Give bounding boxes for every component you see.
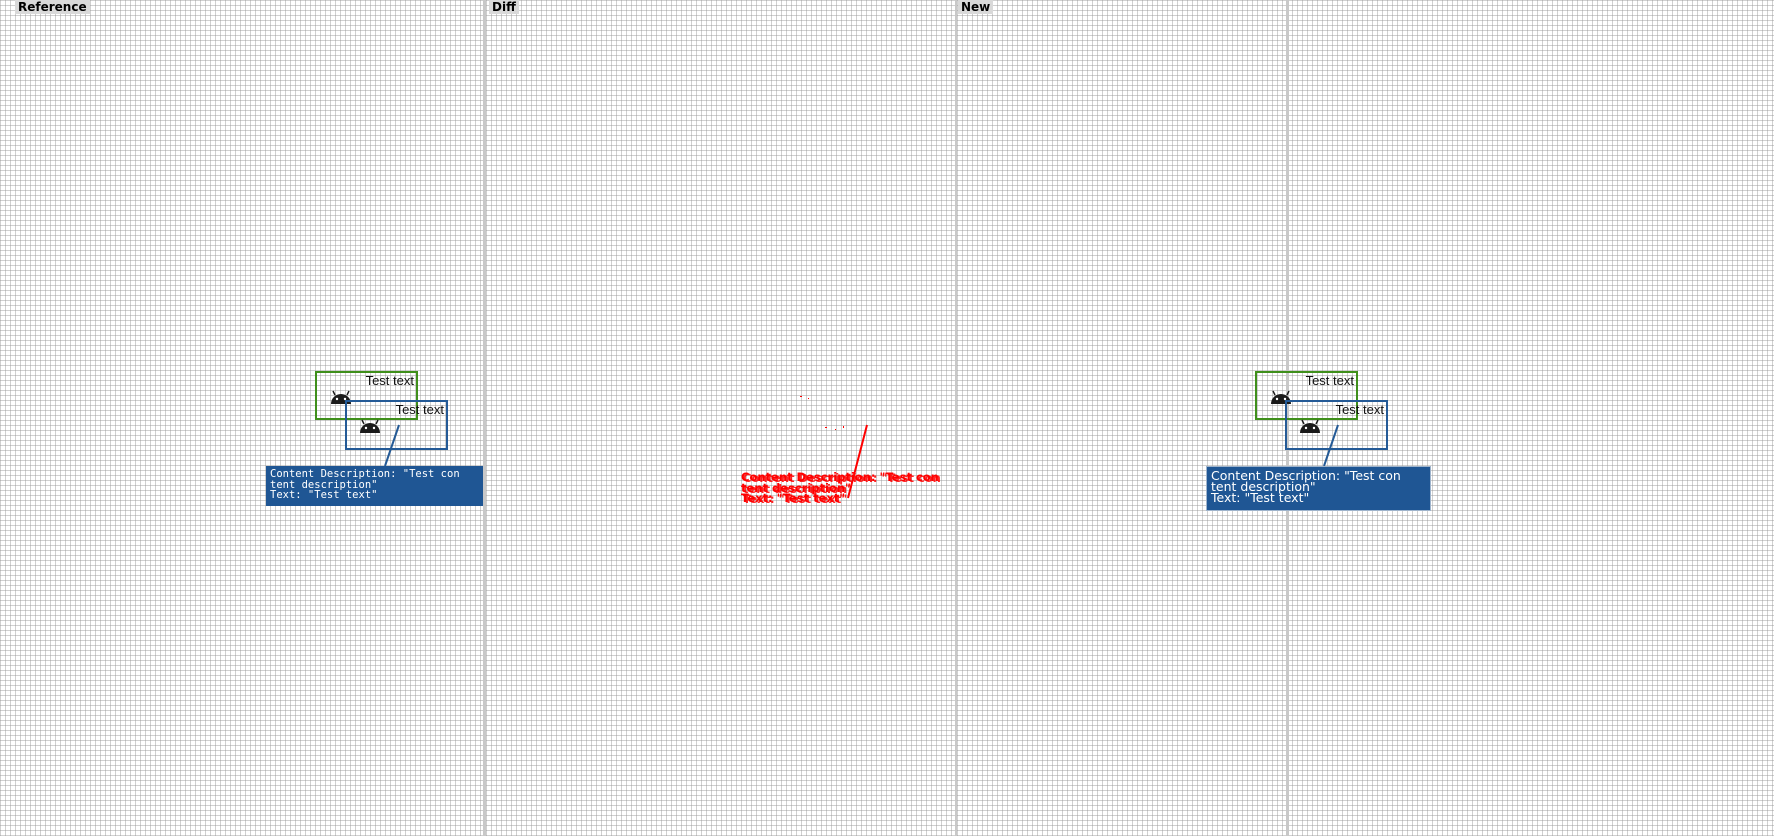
element-info-tooltip: Content Description: "Test con tent desc… <box>266 466 485 506</box>
tooltip-leader-line <box>384 424 400 467</box>
reference-panel: Reference Test text Test text Content De… <box>0 0 485 836</box>
diff-panel: Diff Content Description: "Test con tent… <box>486 0 955 836</box>
diff-leader-line <box>800 396 868 499</box>
element-info-tooltip: Content Description: "Test con tent desc… <box>1206 466 1431 511</box>
diff-tooltip-text-shifted: Content Description: "Test con tent desc… <box>743 471 941 506</box>
tooltip-leader-line <box>1323 424 1339 467</box>
new-panel: New Test text Test text Content Descript… <box>957 0 1774 836</box>
